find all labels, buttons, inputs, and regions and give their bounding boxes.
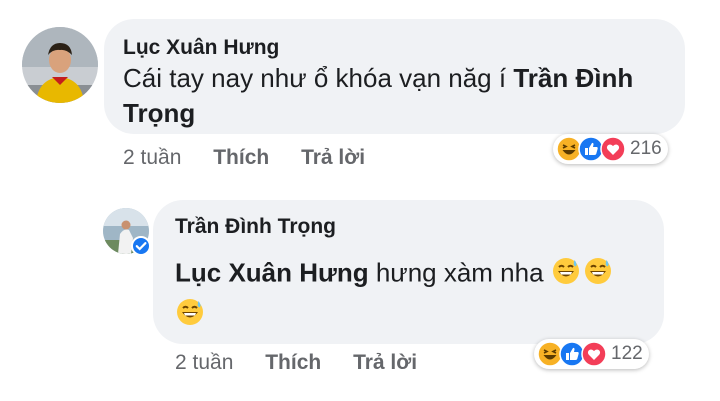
comment-text-line-1: Cái tay nay như ổ khóa vạn năg í Trần Đì… xyxy=(123,62,633,94)
verified-icon xyxy=(131,236,151,261)
reactions-summary[interactable]: 216 xyxy=(553,134,668,164)
timestamp[interactable]: 2 tuần xyxy=(123,146,181,169)
reply-meta: 2 tuần Thích Trả lời xyxy=(175,351,417,375)
love-icon xyxy=(581,341,607,367)
reply-text: hưng xàm nha xyxy=(368,257,551,288)
comment-author[interactable]: Lục Xuân Hưng xyxy=(123,36,279,60)
mention-link[interactable]: Trần Đình xyxy=(513,63,633,93)
reactions-summary[interactable]: 122 xyxy=(534,339,649,369)
reaction-count: 216 xyxy=(630,138,662,159)
love-icon xyxy=(600,136,626,162)
reaction-count: 122 xyxy=(611,343,643,364)
timestamp[interactable]: 2 tuần xyxy=(175,351,233,374)
mention-link-continued[interactable]: Trọng xyxy=(123,97,195,129)
mention-link[interactable]: Lục Xuân Hưng xyxy=(175,257,369,287)
reply-text-line-2 xyxy=(175,297,205,334)
reply-author[interactable]: Trần Đình Trọng xyxy=(175,215,336,239)
comment-meta: 2 tuần Thích Trả lời xyxy=(123,146,365,170)
like-button[interactable]: Thích xyxy=(265,351,321,374)
grinning-sweat-emoji xyxy=(175,297,205,334)
reply-button[interactable]: Trả lời xyxy=(353,351,417,374)
avatar-luc-xuan-hung[interactable] xyxy=(22,27,98,103)
reply-text-line-1: Lục Xuân Hưng hưng xàm nha xyxy=(175,256,613,293)
like-button[interactable]: Thích xyxy=(213,146,269,169)
grinning-sweat-emoji xyxy=(583,256,613,293)
comment-text: Cái tay nay như ổ khóa vạn năg í xyxy=(123,63,514,93)
reply-button[interactable]: Trả lời xyxy=(301,146,365,169)
grinning-sweat-emoji xyxy=(551,256,581,293)
